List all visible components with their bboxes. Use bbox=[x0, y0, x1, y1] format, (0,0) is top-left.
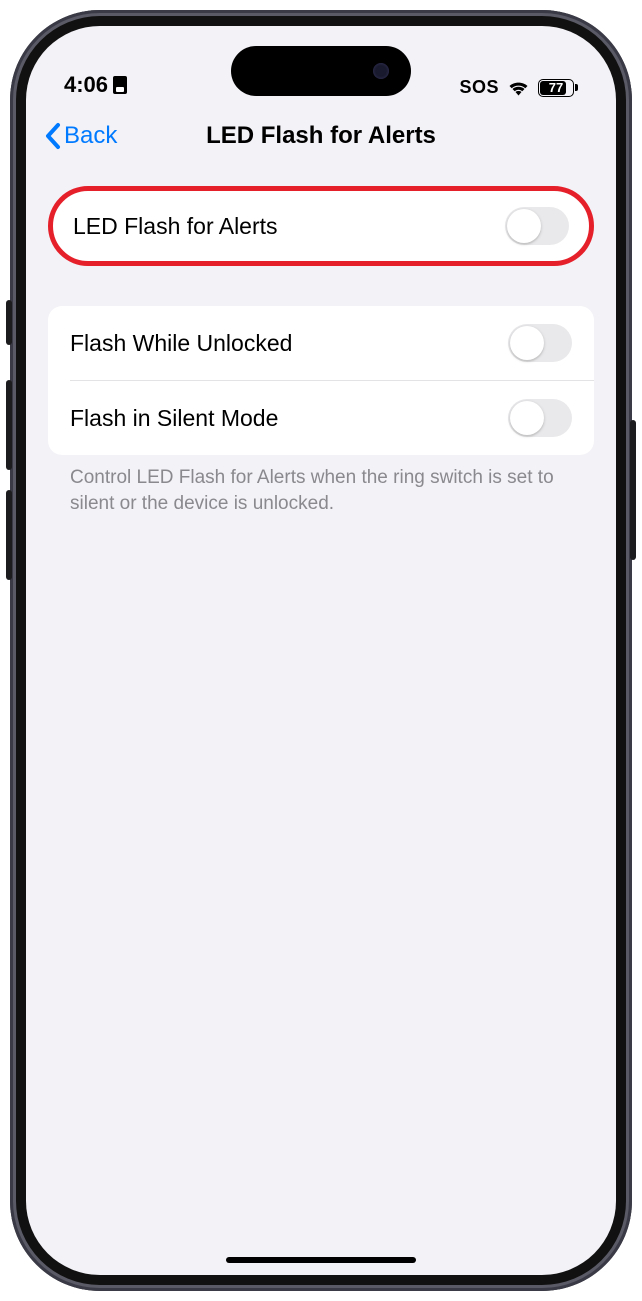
sos-indicator: SOS bbox=[459, 77, 499, 98]
back-label: Back bbox=[64, 122, 117, 150]
battery-indicator: 77 bbox=[538, 79, 578, 97]
row-flash-while-unlocked[interactable]: Flash While Unlocked bbox=[48, 306, 594, 380]
mute-switch bbox=[6, 300, 12, 345]
content: LED Flash for Alerts Flash While Unlocke… bbox=[26, 166, 616, 1275]
phone-frame: 4:06 SOS 77 bbox=[10, 10, 632, 1291]
row-label: Flash in Silent Mode bbox=[70, 405, 278, 432]
settings-group-main: LED Flash for Alerts bbox=[48, 186, 594, 266]
status-left: 4:06 bbox=[64, 72, 127, 98]
status-time: 4:06 bbox=[64, 72, 108, 98]
sim-icon bbox=[113, 76, 127, 94]
chevron-left-icon bbox=[44, 122, 62, 150]
screen: 4:06 SOS 77 bbox=[26, 26, 616, 1275]
row-label: Flash While Unlocked bbox=[70, 330, 292, 357]
settings-group-options: Flash While Unlocked Flash in Silent Mod… bbox=[48, 306, 594, 455]
volume-down-button bbox=[6, 490, 12, 580]
row-flash-in-silent-mode[interactable]: Flash in Silent Mode bbox=[48, 381, 594, 455]
status-right: SOS 77 bbox=[459, 77, 578, 98]
toggle-led-flash-for-alerts[interactable] bbox=[505, 207, 569, 245]
toggle-flash-while-unlocked[interactable] bbox=[508, 324, 572, 362]
row-label: LED Flash for Alerts bbox=[73, 213, 278, 240]
back-button[interactable]: Back bbox=[44, 122, 117, 150]
volume-up-button bbox=[6, 380, 12, 470]
group-footer-text: Control LED Flash for Alerts when the ri… bbox=[48, 455, 594, 526]
nav-header: Back LED Flash for Alerts bbox=[26, 106, 616, 166]
row-led-flash-for-alerts[interactable]: LED Flash for Alerts bbox=[53, 191, 589, 261]
side-button bbox=[630, 420, 636, 560]
home-indicator[interactable] bbox=[226, 1257, 416, 1263]
battery-percent: 77 bbox=[549, 80, 563, 95]
dynamic-island bbox=[231, 46, 411, 96]
toggle-flash-in-silent-mode[interactable] bbox=[508, 399, 572, 437]
page-title: LED Flash for Alerts bbox=[206, 122, 436, 150]
wifi-icon bbox=[507, 79, 530, 96]
